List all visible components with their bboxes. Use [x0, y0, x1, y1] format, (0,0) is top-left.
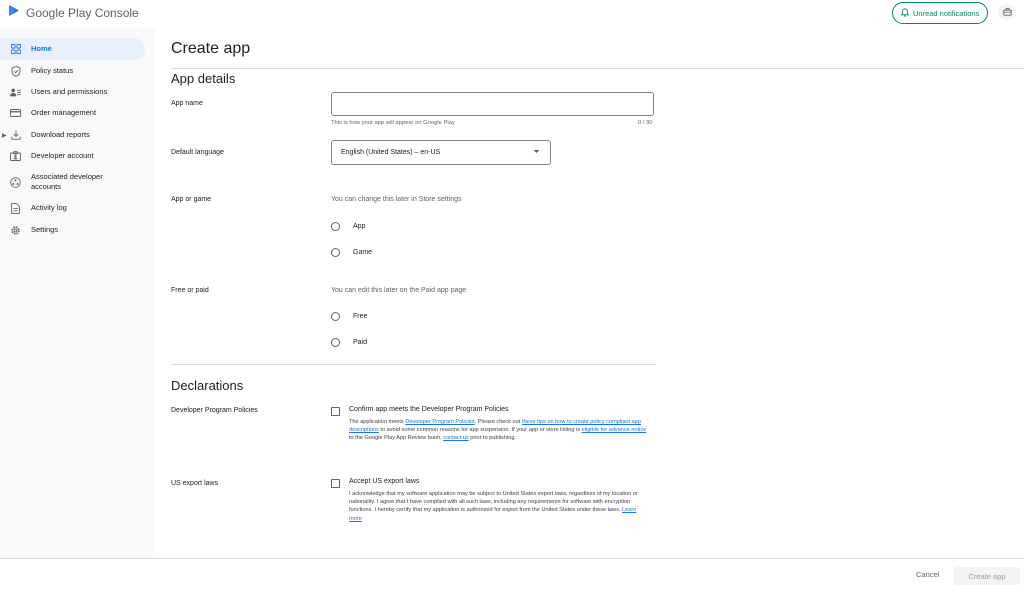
sidebar-item-settings[interactable]: Settings [0, 223, 145, 237]
radio-label: Free [353, 313, 368, 320]
cancel-button[interactable]: Cancel [916, 570, 939, 579]
create-app-button[interactable]: Create app [954, 567, 1020, 585]
chevron-down-icon [533, 149, 540, 156]
default-language-select[interactable]: English (United States) – en-US [331, 140, 551, 165]
play-console-logo[interactable]: Google Play Console [8, 4, 139, 22]
desc-text: to the Google Play App Review team, [349, 435, 444, 442]
page-title: Create app [171, 40, 251, 57]
logo-text: Google Play Console [26, 6, 139, 20]
sidebar-item-label: Developer account [31, 151, 94, 160]
export-laws-label: US export laws [171, 480, 219, 487]
title-divider [171, 68, 1024, 69]
sidebar: Home Policy status Users and permissions [0, 28, 155, 558]
default-language-value: English (United States) – en-US [341, 149, 441, 156]
top-bar: Google Play Console Unread notifications [0, 0, 1024, 28]
grid-icon [10, 44, 21, 55]
export-laws-checkbox-label: Accept US export laws [349, 478, 420, 485]
radio-button[interactable] [331, 222, 340, 231]
radio-label: App [353, 223, 366, 230]
sidebar-item-label: Settings [31, 225, 59, 234]
declarations-heading: Declarations [171, 378, 244, 393]
radio-game[interactable]: Game [331, 248, 372, 257]
gear-icon [10, 225, 21, 236]
desc-text: prior to publishing. [468, 435, 516, 442]
expand-arrow-icon[interactable]: ▶ [2, 132, 7, 139]
free-or-paid-label: Free or paid [171, 287, 209, 294]
app-or-game-helper: You can change this later in Store setti… [331, 196, 462, 203]
radio-button[interactable] [331, 312, 340, 321]
desc-text: The application meets [349, 419, 406, 425]
sidebar-item-home[interactable]: Home [0, 38, 145, 60]
dev-policies-checkbox-label: Confirm app meets the Developer Program … [349, 406, 509, 413]
notifications-label: Unread notifications [913, 8, 980, 18]
radio-app[interactable]: App [331, 222, 365, 231]
desc-text: . Please check out [474, 419, 522, 425]
shield-icon [10, 65, 21, 77]
radio-label: Paid [353, 339, 368, 346]
app-or-game-label: App or game [171, 196, 212, 203]
link-accounts-icon [10, 176, 21, 188]
id-badge-icon [10, 151, 21, 162]
desc-text: I acknowledge that my software applicati… [349, 491, 638, 514]
section-divider [171, 364, 656, 365]
free-or-paid-helper: You can edit this later on the Paid app … [331, 287, 467, 294]
sidebar-item-label: Download reports [31, 130, 90, 139]
radio-free[interactable]: Free [331, 312, 367, 321]
app-name-field[interactable] [331, 92, 654, 116]
bell-icon [900, 7, 910, 19]
advance-notice-link[interactable]: eligible for advance notice [582, 427, 647, 433]
app-name-label: App name [171, 100, 203, 107]
sidebar-item-download-reports[interactable]: ▶ Download reports [0, 128, 145, 142]
export-laws-description: I acknowledge that my software applicati… [349, 490, 649, 523]
app-name-counter: 0 / 30 [638, 120, 653, 126]
desc-text: to avoid some common reasons for app sus… [378, 427, 582, 434]
sidebar-item-label: Order management [31, 108, 97, 117]
dev-policies-label: Developer Program Policies [171, 407, 258, 414]
play-logo-icon [8, 4, 20, 22]
contact-us-link[interactable]: contact us [443, 435, 469, 441]
dev-policies-checkbox[interactable] [331, 407, 340, 416]
sidebar-item-developer-account[interactable]: Developer account [0, 149, 145, 163]
sidebar-item-label: Home [31, 44, 52, 53]
sidebar-item-associated-accounts[interactable]: Associated developer accounts [0, 171, 145, 193]
radio-label: Game [353, 249, 373, 256]
card-icon [10, 108, 21, 119]
sidebar-item-order-management[interactable]: Order management [0, 106, 145, 120]
sidebar-item-policy-status[interactable]: Policy status [0, 64, 145, 78]
sidebar-item-users[interactable]: Users and permissions [0, 85, 145, 99]
dev-policies-description: The application meets Developer Program … [349, 418, 649, 443]
sidebar-item-label: Users and permissions [31, 87, 108, 96]
app-name-input[interactable] [332, 93, 653, 115]
sidebar-item-label: Associated developer accounts [31, 172, 103, 191]
account-button[interactable] [998, 4, 1016, 20]
developer-program-policies-link[interactable]: Developer Program Policies [405, 419, 474, 425]
radio-button[interactable] [331, 248, 340, 257]
document-icon [10, 202, 21, 214]
download-icon [10, 130, 21, 141]
unread-notifications-button[interactable]: Unread notifications [892, 2, 989, 24]
footer-bar: Cancel Create app [0, 558, 1024, 592]
default-language-label: Default language [171, 149, 224, 156]
export-laws-checkbox[interactable] [331, 479, 340, 488]
briefcase-icon [1002, 3, 1012, 21]
app-name-hint: This is how your app will appear on Goog… [331, 120, 455, 126]
radio-paid[interactable]: Paid [331, 338, 367, 347]
sidebar-item-label: Policy status [31, 66, 74, 75]
sidebar-item-label: Activity log [31, 203, 67, 212]
sidebar-item-activity-log[interactable]: Activity log [0, 201, 145, 215]
radio-button[interactable] [331, 338, 340, 347]
users-icon [10, 87, 21, 98]
app-details-heading: App details [171, 71, 236, 86]
